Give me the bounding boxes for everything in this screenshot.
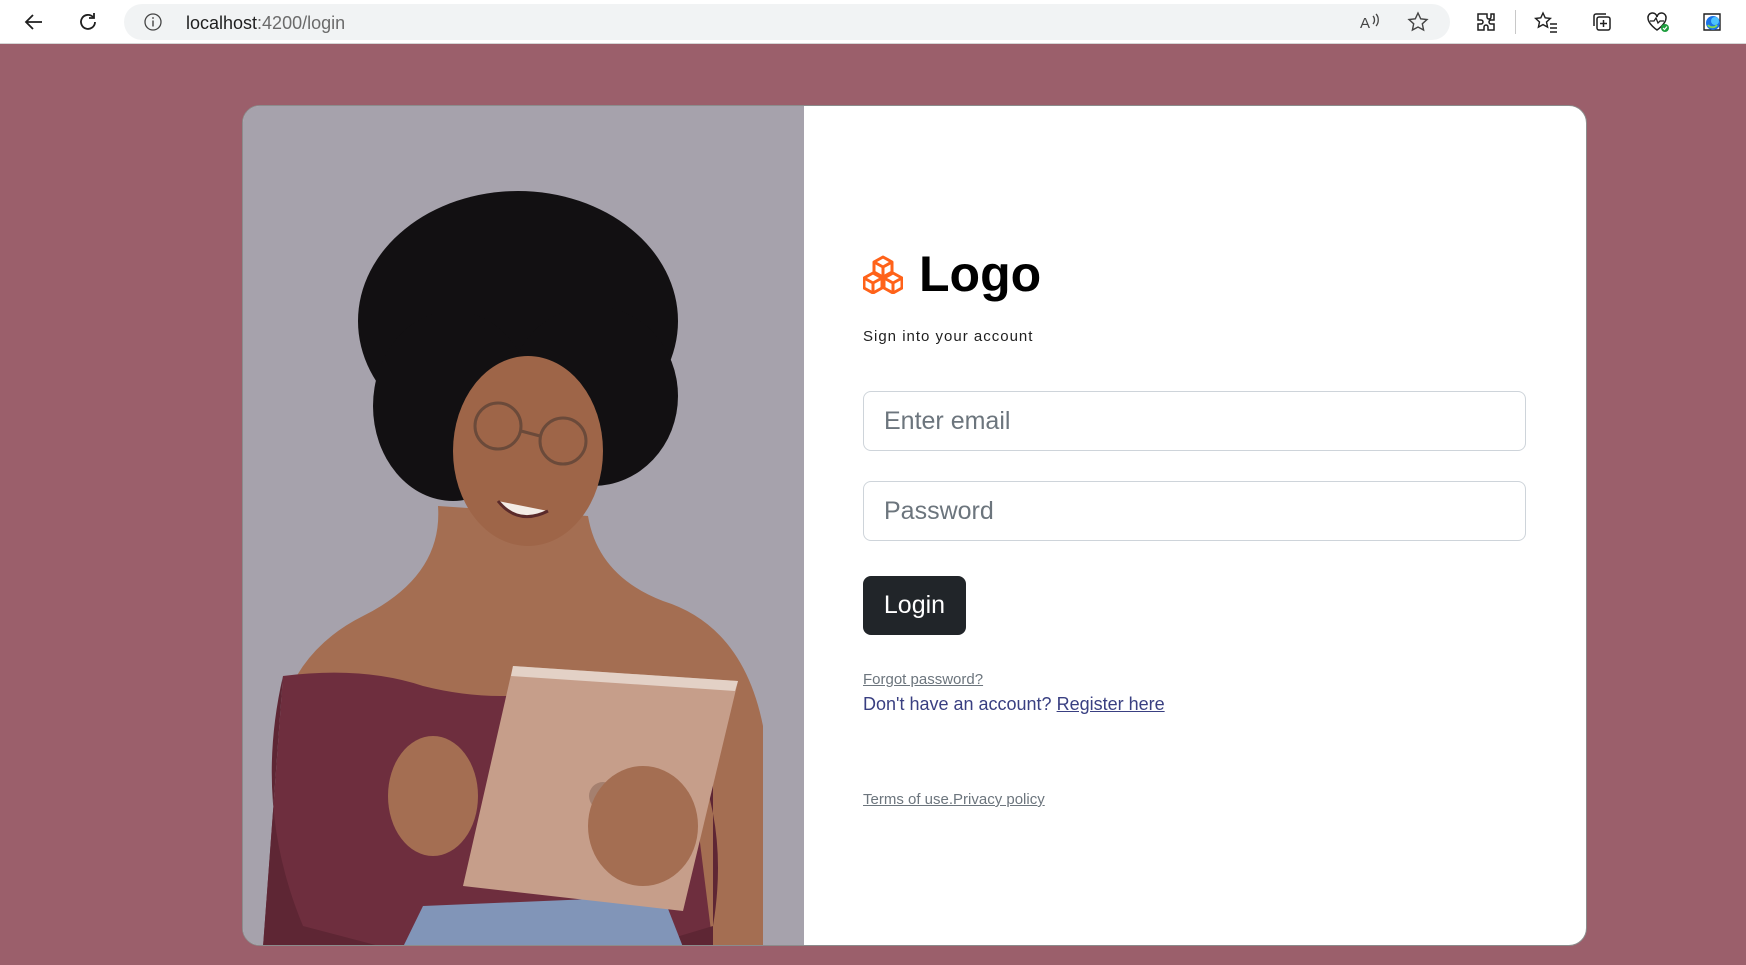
register-prompt: Don't have an account? Register here [863,694,1165,715]
brand-logo-text: Logo [919,246,1042,302]
signin-subtitle: Sign into your account [863,328,1034,345]
privacy-policy-link[interactable]: Privacy policy [953,791,1045,808]
url-path: :4200/login [257,13,346,33]
terms-of-use-link[interactable]: Terms of use. [863,791,953,808]
address-bar[interactable]: localhost:4200/login A [124,4,1450,40]
legal-links: Terms of use.Privacy policy [863,791,1045,808]
svg-text:A: A [1360,15,1370,32]
info-icon[interactable] [144,13,162,31]
email-field[interactable] [863,391,1526,451]
forgot-password-link[interactable]: Forgot password? [863,671,983,688]
cubes-logo-icon [863,255,903,294]
login-form: Logo Sign into your account Login Forgot… [863,106,1563,945]
browser-toolbar: localhost:4200/login A [0,0,1746,44]
register-link[interactable]: Register here [1057,694,1165,714]
toolbar-divider [1515,10,1516,34]
woman-with-tablet-illustration [243,106,804,945]
favorites-icon[interactable] [1528,4,1564,40]
health-icon[interactable] [1640,4,1676,40]
edge-icon[interactable] [1694,4,1730,40]
hero-photo [243,106,804,945]
favorite-star-icon[interactable] [1406,10,1430,34]
password-field[interactable] [863,481,1526,541]
login-button[interactable]: Login [863,576,966,635]
collections-icon[interactable] [1584,4,1620,40]
brand-row: Logo [863,244,1041,304]
no-account-text: Don't have an account? [863,694,1057,714]
back-arrow-icon[interactable] [16,4,52,40]
refresh-icon[interactable] [70,4,106,40]
url-host: localhost [186,13,258,33]
login-card: Logo Sign into your account Login Forgot… [242,105,1587,946]
read-aloud-icon[interactable]: A [1358,10,1382,34]
url-text[interactable]: localhost:4200/login [186,13,345,34]
extensions-icon[interactable] [1468,4,1504,40]
